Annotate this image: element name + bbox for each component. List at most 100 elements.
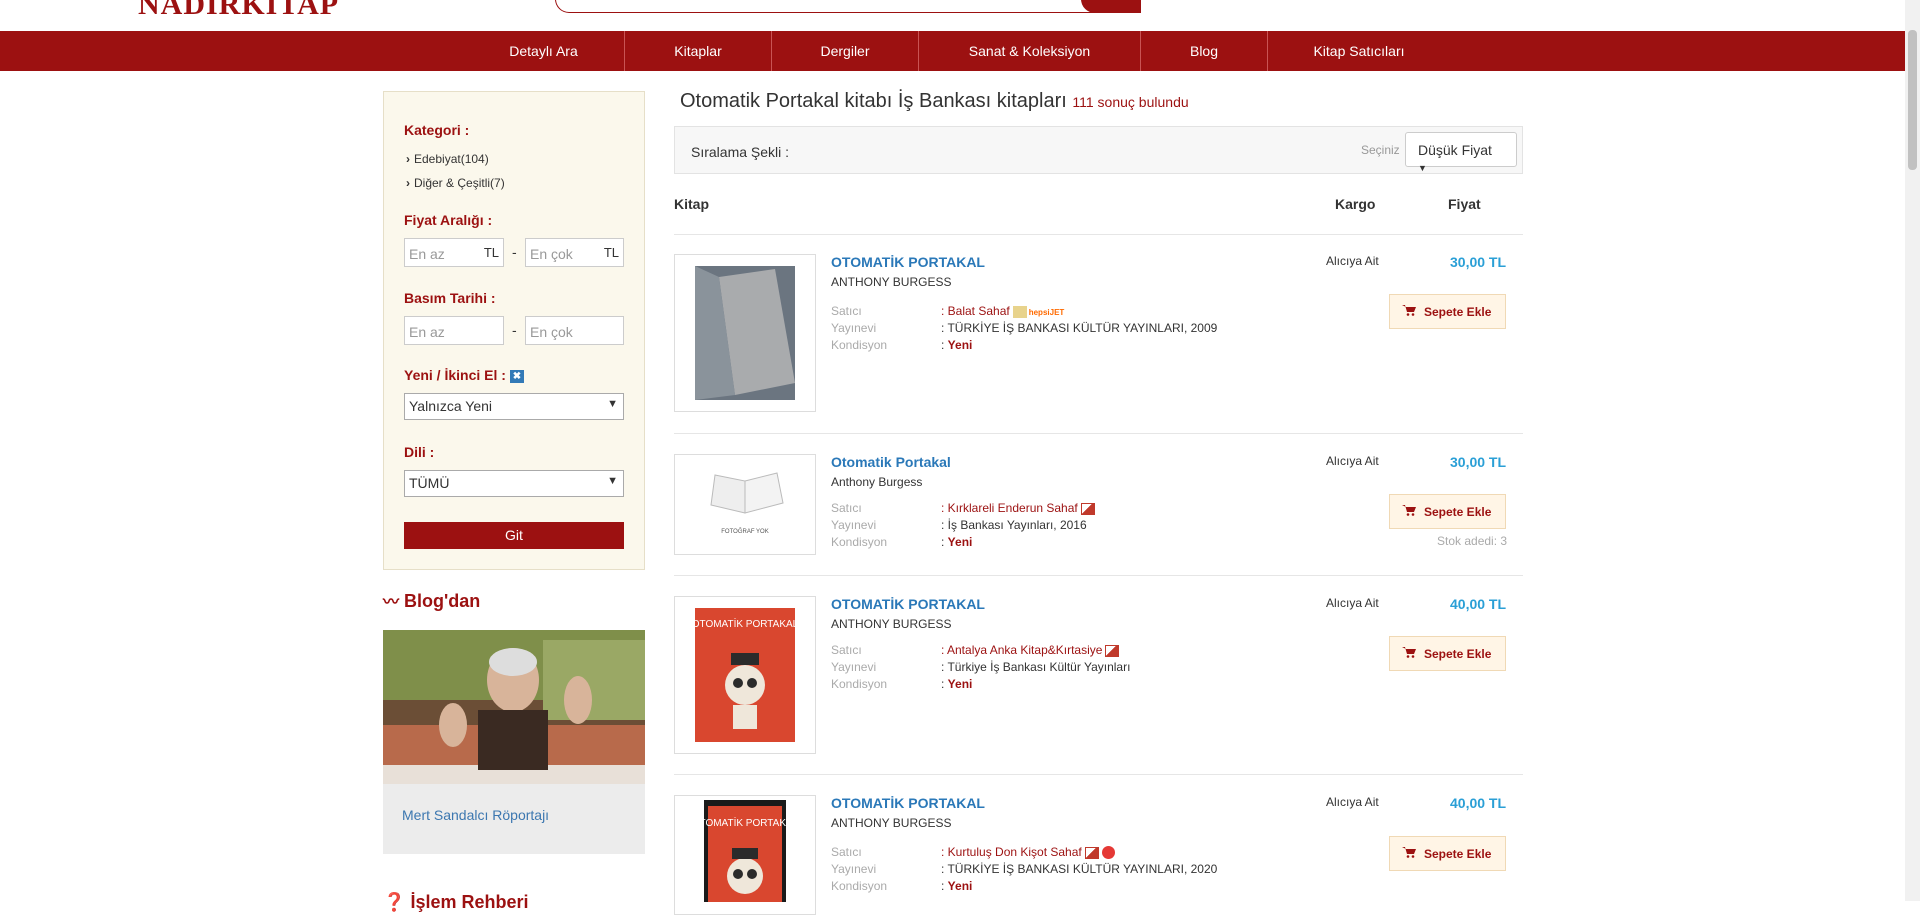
nav-item-sanat-koleksiyon[interactable]: Sanat & Koleksiyon bbox=[919, 31, 1141, 71]
cart-icon bbox=[1402, 505, 1416, 516]
results-title: Otomatik Portakal kitabı İş Bankası kita… bbox=[680, 90, 1189, 113]
cart-icon bbox=[1402, 847, 1416, 858]
add-to-cart-button[interactable]: Sepete Ekle bbox=[1389, 636, 1506, 671]
language-heading: Dili : bbox=[404, 444, 435, 460]
publisher-value: : İş Bankası Yayınları, 2016 bbox=[941, 518, 1087, 532]
main-nav: Detaylı Ara Kitaplar Dergiler Sanat & Ko… bbox=[0, 31, 1905, 71]
price-value: 30,00 TL bbox=[1450, 454, 1507, 470]
publisher-label: Yayınevi bbox=[831, 862, 877, 876]
condition-value: : Yeni bbox=[941, 535, 973, 549]
nav-item-kitap-saticilari[interactable]: Kitap Satıcıları bbox=[1268, 31, 1450, 71]
seller-label: Satıcı bbox=[831, 643, 862, 657]
seller-name[interactable]: : Balat Sahaf bbox=[941, 304, 1010, 318]
seller-name[interactable]: : Antalya Anka Kitap&Kırtasiye bbox=[941, 643, 1102, 657]
publisher-value: : TÜRKİYE İŞ BANKASI KÜLTÜR YAYINLARI, 2… bbox=[941, 321, 1218, 335]
year-dash: - bbox=[512, 322, 517, 338]
book-title-link[interactable]: OTOMATİK PORTAKAL bbox=[831, 596, 985, 612]
blog-caption[interactable]: Mert Sandalcı Röportajı bbox=[383, 784, 645, 854]
apply-filter-button[interactable]: Git bbox=[404, 522, 624, 549]
book-cover[interactable]: OTOMATİK PORTAKAL bbox=[674, 795, 816, 915]
category-item-edebiyat[interactable]: › Edebiyat(104) bbox=[406, 152, 489, 166]
no-photo-text: FOTOĞRAF YOK bbox=[721, 528, 768, 535]
condition-select-value: Yalnızca Yeni bbox=[409, 398, 493, 414]
price-value: 30,00 TL bbox=[1450, 254, 1507, 270]
seller-badge-icon bbox=[1012, 305, 1027, 318]
condition-label: Kondisyon bbox=[831, 338, 888, 352]
sort-dropdown[interactable]: Düşük Fiyat ▼ bbox=[1405, 132, 1517, 173]
add-to-cart-button[interactable]: Sepete Ekle bbox=[1389, 494, 1506, 529]
publisher-label: Yayınevi bbox=[831, 321, 877, 335]
results-query: Otomatik Portakal kitabı İş Bankası kita… bbox=[680, 90, 1067, 112]
condition-heading-label: Yeni / İkinci El : bbox=[404, 367, 506, 383]
add-to-cart-label: Sepete Ekle bbox=[1424, 847, 1492, 861]
blog-caption-link[interactable]: Mert Sandalcı Röportajı bbox=[402, 807, 549, 823]
book-cover[interactable] bbox=[674, 254, 816, 412]
book-cover[interactable]: FOTOĞRAF YOK bbox=[674, 454, 816, 555]
top-header: NADIRKITAP bbox=[0, 0, 1905, 30]
shipping-value: Alıcıya Ait bbox=[1326, 596, 1379, 610]
condition-label: Kondisyon bbox=[831, 535, 888, 549]
price-max-placeholder: En çok bbox=[530, 246, 573, 262]
seller-link[interactable]: : Kırklareli Enderun Sahaf bbox=[941, 501, 1095, 515]
nav-item-dergiler[interactable]: Dergiler bbox=[772, 31, 919, 71]
sort-bar: Sıralama Şekli : Seçiniz Düşük Fiyat ▼ bbox=[674, 126, 1523, 174]
seller-link[interactable]: : Balat Sahaf hepsiJET bbox=[941, 304, 1064, 318]
sort-label: Sıralama Şekli : bbox=[691, 144, 790, 160]
filter-sidebar: Kategori : › Edebiyat(104) › Diğer & Çeşit… bbox=[383, 91, 645, 570]
price-max-field[interactable]: En çok TL bbox=[525, 238, 624, 267]
page-scrollbar[interactable] bbox=[1905, 0, 1920, 901]
site-logo[interactable]: NADIRKITAP bbox=[138, 0, 339, 22]
condition-value: : Yeni bbox=[941, 879, 973, 893]
chevron-down-icon: ▼ bbox=[607, 398, 618, 410]
publisher-label: Yayınevi bbox=[831, 660, 877, 674]
price-dash: - bbox=[512, 244, 517, 260]
search-input[interactable] bbox=[555, 0, 1141, 13]
add-to-cart-button[interactable]: Sepete Ekle bbox=[1389, 294, 1506, 329]
book-cover[interactable]: OTOMATİK PORTAKAL bbox=[674, 596, 816, 754]
category-item-diger[interactable]: › Diğer & Çeşitli(7) bbox=[406, 176, 505, 190]
book-title-link[interactable]: OTOMATİK PORTAKAL bbox=[831, 795, 985, 811]
add-to-cart-label: Sepete Ekle bbox=[1424, 305, 1492, 319]
add-to-cart-button[interactable]: Sepete Ekle bbox=[1389, 836, 1506, 871]
condition-label: Kondisyon bbox=[831, 677, 888, 691]
nav-item-kitaplar[interactable]: Kitaplar bbox=[625, 31, 772, 71]
price-min-field[interactable]: En az TL bbox=[404, 238, 504, 267]
book-title-link[interactable]: OTOMATİK PORTAKAL bbox=[831, 254, 985, 270]
divider bbox=[674, 575, 1523, 576]
price-value: 40,00 TL bbox=[1450, 795, 1507, 811]
blog-heading-label: Blog'dan bbox=[404, 591, 481, 611]
guide-heading: ❓ İşlem Rehberi bbox=[383, 892, 528, 913]
year-max-field[interactable]: En çok bbox=[525, 316, 624, 345]
scrollbar-thumb[interactable] bbox=[1908, 30, 1917, 170]
publisher-value: : Türkiye İş Bankası Kültür Yayınları bbox=[941, 660, 1131, 674]
year-max-placeholder: En çok bbox=[530, 324, 573, 340]
condition-text: Yeni bbox=[947, 535, 973, 549]
shipping-value: Alıcıya Ait bbox=[1326, 254, 1379, 268]
price-heading: Fiyat Aralığı : bbox=[404, 212, 493, 228]
language-select[interactable]: TÜMÜ ▼ bbox=[404, 470, 624, 497]
search-button[interactable] bbox=[1081, 0, 1141, 13]
seller-link[interactable]: : Kurtuluş Don Kişot Sahaf bbox=[941, 845, 1115, 860]
publisher-label: Yayınevi bbox=[831, 518, 877, 532]
book-author: ANTHONY BURGESS bbox=[831, 275, 952, 289]
chevron-right-icon: › bbox=[406, 176, 410, 190]
seller-name[interactable]: : Kurtuluş Don Kişot Sahaf bbox=[941, 845, 1082, 859]
year-min-field[interactable]: En az bbox=[404, 316, 504, 345]
seller-badge-icon bbox=[1084, 846, 1099, 859]
add-to-cart-label: Sepete Ekle bbox=[1424, 647, 1492, 661]
chevron-down-icon: ▼ bbox=[607, 475, 618, 487]
blog-image[interactable] bbox=[383, 630, 645, 784]
seller-badge-icon bbox=[1105, 644, 1120, 657]
nav-item-blog[interactable]: Blog bbox=[1141, 31, 1268, 71]
year-heading: Basım Tarihi : bbox=[404, 290, 496, 306]
nav-item-detayli-ara[interactable]: Detaylı Ara bbox=[463, 31, 625, 71]
seller-name[interactable]: : Kırklareli Enderun Sahaf bbox=[941, 501, 1078, 515]
currency-label: TL bbox=[603, 245, 619, 260]
book-title-link[interactable]: Otomatik Portakal bbox=[831, 454, 951, 470]
seller-link[interactable]: : Antalya Anka Kitap&Kırtasiye bbox=[941, 643, 1120, 657]
cover-title-text: OTOMATİK PORTAKAL bbox=[692, 617, 799, 630]
price-value: 40,00 TL bbox=[1450, 596, 1507, 612]
question-icon: ❓ bbox=[383, 892, 406, 912]
info-icon[interactable]: ✖ bbox=[509, 369, 524, 383]
condition-select[interactable]: Yalnızca Yeni ▼ bbox=[404, 393, 624, 420]
